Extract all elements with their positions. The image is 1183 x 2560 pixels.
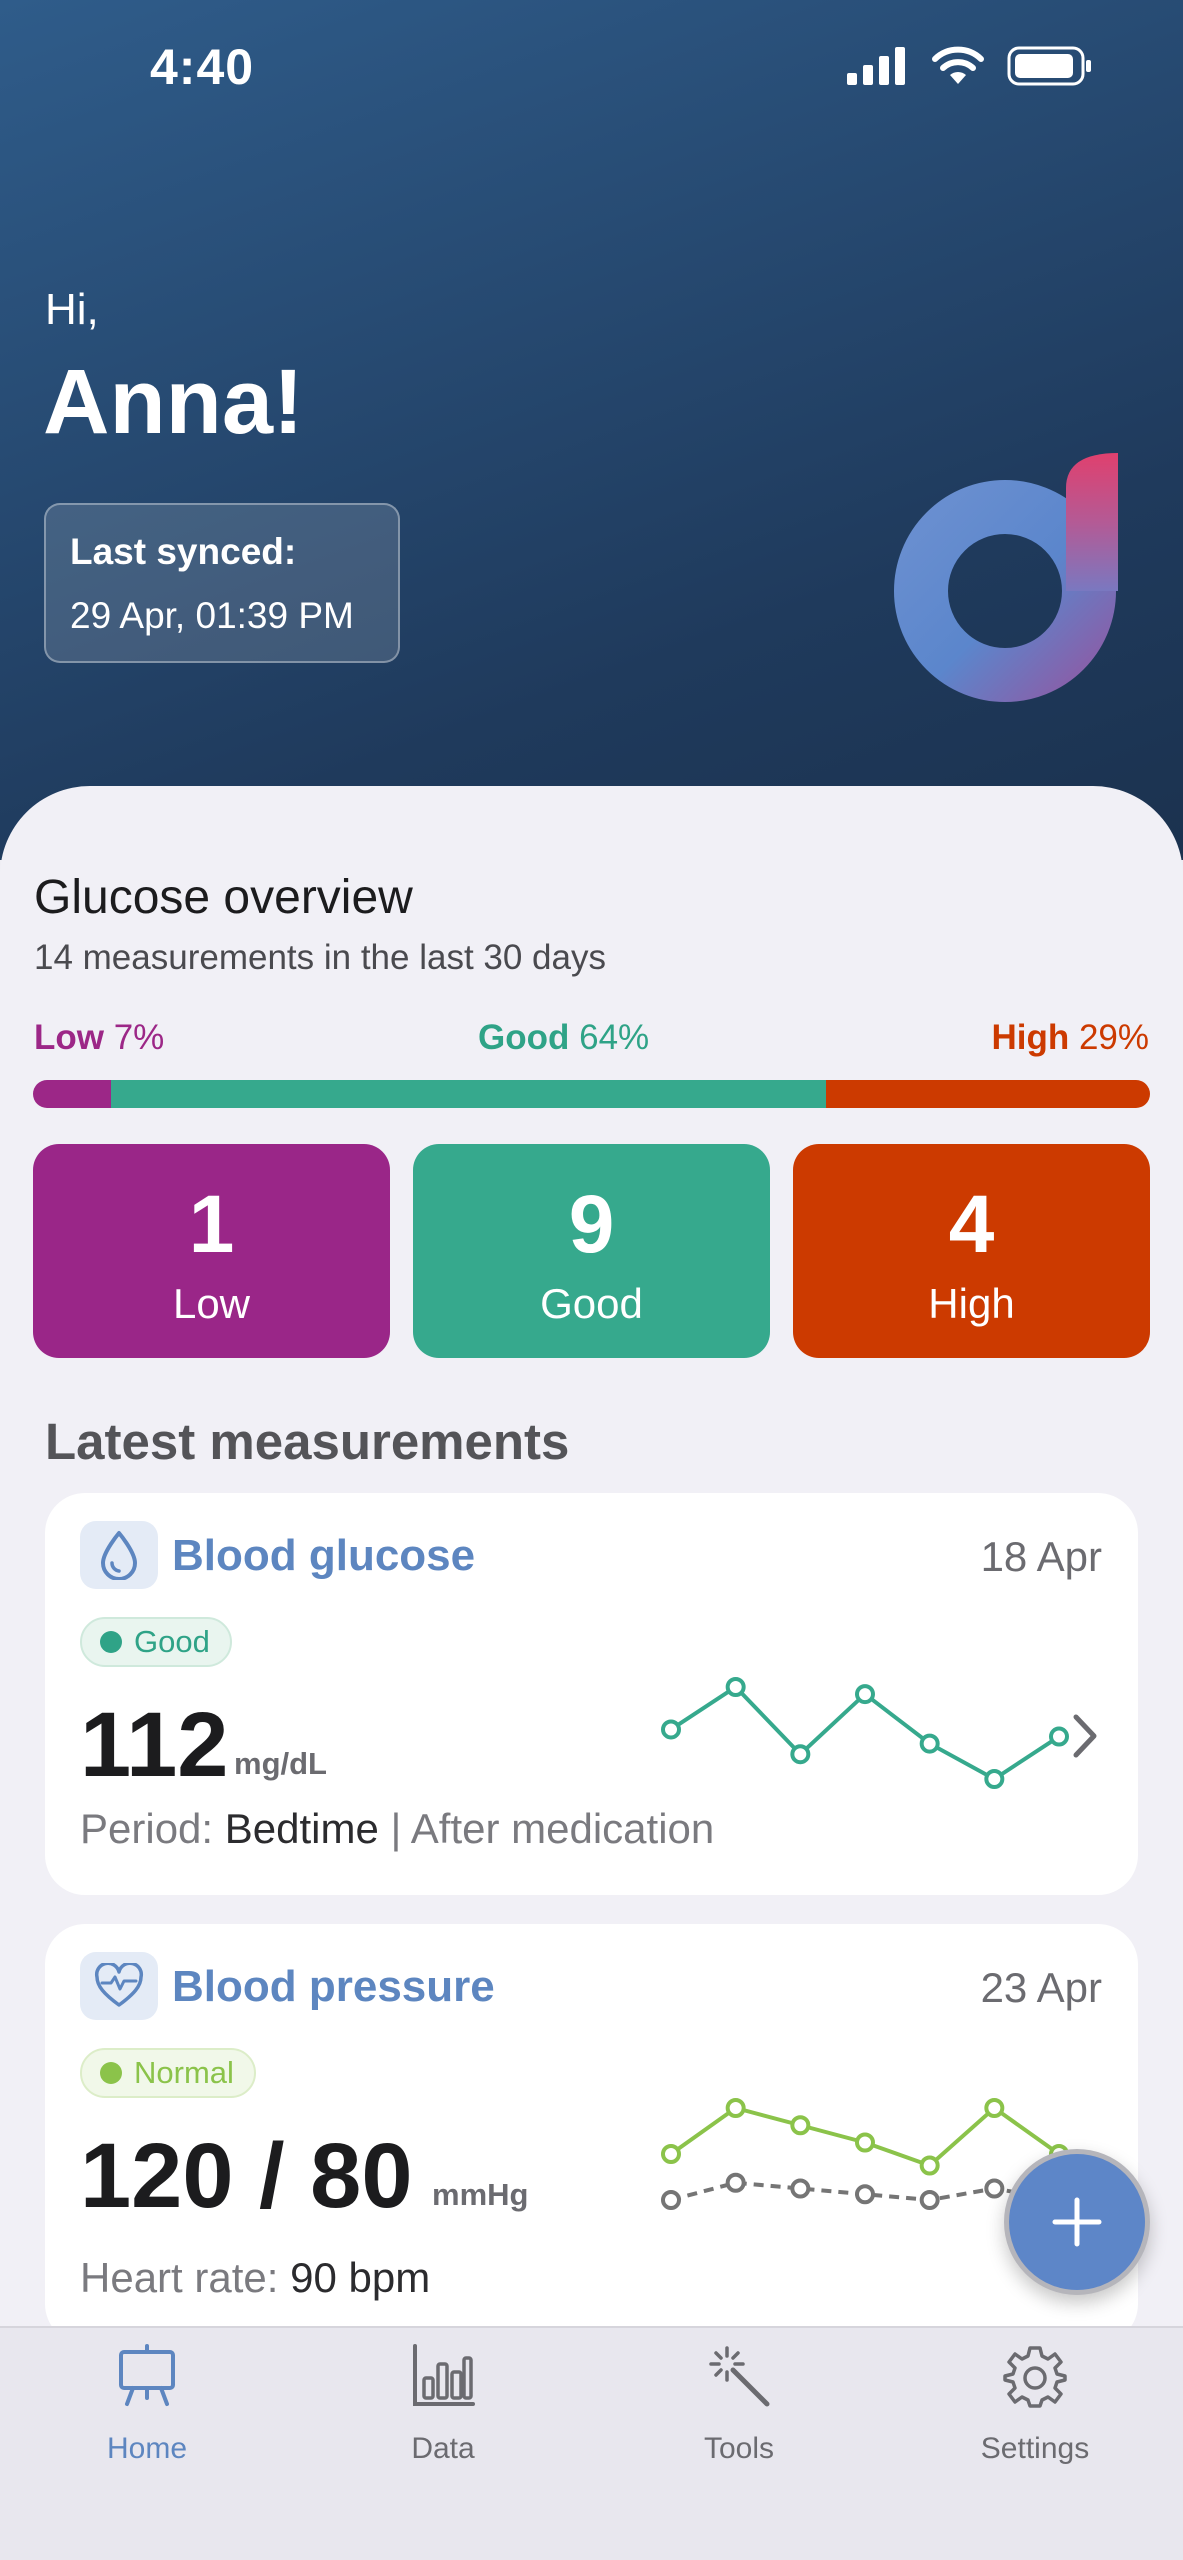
gear-icon: [1003, 2346, 1067, 2408]
sync-value: 29 Apr, 01:39 PM: [70, 595, 354, 636]
overview-title: Glucose overview: [34, 871, 413, 924]
blood-glucose-card[interactable]: Blood glucose 18 Apr Good 112 mg/dL Peri…: [45, 1493, 1138, 1895]
overview-subtitle: 14 measurements in the last 30 days: [34, 938, 606, 977]
tab-settings[interactable]: Settings: [935, 2328, 1135, 2528]
tab-data[interactable]: Data: [343, 2328, 543, 2528]
diastolic-trend-point: [790, 2178, 811, 2199]
dist-segment-high: [826, 1080, 1150, 1108]
status-icons: [847, 46, 1093, 86]
systolic-trend-point: [661, 2144, 681, 2164]
glucose-trend-point: [984, 1769, 1005, 1789]
pressure-card-date: 23 Apr: [980, 1964, 1102, 2011]
systolic-trend-point: [855, 2132, 875, 2153]
main-sheet: Glucose overview 14 measurements in the …: [0, 786, 1183, 2326]
systolic-trend-point: [919, 2155, 940, 2176]
count-value-good: 9: [568, 1179, 615, 1270]
diastolic-trend-point: [919, 2190, 940, 2210]
status-bar: 4:40: [0, 0, 1183, 140]
magic-wand-icon: [709, 2346, 770, 2407]
easel-icon: [119, 2344, 175, 2406]
pressure-value: 120 / 80: [80, 2125, 413, 2227]
dist-segment-good: [111, 1080, 827, 1108]
heart-rate-line: Heart rate: 90 bpm: [80, 2254, 431, 2301]
header-hero: 4:40 Hi, Anna! Last synced: 29 Apr, 01:3…: [0, 0, 1183, 860]
pressure-unit: mmHg: [432, 2177, 529, 2212]
count-box-high[interactable]: 4 High: [793, 1144, 1150, 1358]
glucose-sparkline: [661, 1677, 1069, 1789]
glucose-card-date: 18 Apr: [980, 1533, 1102, 1580]
app-logo: [894, 453, 1118, 702]
count-value-low: 1: [188, 1179, 235, 1270]
count-box-low[interactable]: 1 Low: [33, 1144, 390, 1358]
glucose-trend-point: [919, 1733, 940, 1754]
glucose-card-title: Blood glucose: [172, 1531, 476, 1580]
cellular-signal-icon: [847, 47, 905, 85]
dist-label-low: Low 7%: [34, 1018, 165, 1057]
glucose-trend-point: [1049, 1726, 1069, 1747]
count-value-high: 4: [948, 1179, 995, 1270]
status-badge-normal: Normal: [80, 2048, 256, 2098]
status-badge-label: Good: [134, 1624, 210, 1659]
bar-chart-icon: [413, 2344, 475, 2406]
tab-bar: Home Data Tools Settings: [0, 2326, 1183, 2560]
glucose-period: Period: Bedtime | After medication: [80, 1805, 715, 1852]
dist-segment-low: [33, 1080, 112, 1108]
wifi-icon: [932, 46, 984, 84]
systolic-trend-point: [725, 2098, 746, 2118]
count-label-low: Low: [172, 1280, 251, 1327]
drop-icon: [80, 1521, 158, 1589]
count-box-good[interactable]: 9 Good: [413, 1144, 770, 1358]
diastolic-trend-point: [661, 2190, 681, 2210]
status-badge-label: Normal: [134, 2055, 234, 2090]
plus-icon: [1052, 2197, 1102, 2247]
dist-label-high: High 29%: [991, 1018, 1149, 1057]
blood-pressure-card[interactable]: Blood pressure 23 Apr Normal 120 / 80 mm…: [45, 1924, 1138, 2326]
heart-pulse-icon: [80, 1952, 158, 2020]
tab-home[interactable]: Home: [47, 2328, 247, 2528]
glucose-trend-point: [790, 1744, 811, 1765]
diastolic-trend-point: [984, 2178, 1005, 2199]
systolic-trend-point: [790, 2115, 811, 2136]
tab-tools[interactable]: Tools: [639, 2328, 839, 2528]
tab-home-label: Home: [106, 2432, 188, 2465]
count-label-high: High: [928, 1280, 1015, 1327]
glucose-value: 112: [80, 1694, 229, 1796]
dist-label-good: Good 64%: [478, 1018, 650, 1057]
glucose-unit: mg/dL: [234, 1746, 327, 1781]
tab-data-label: Data: [411, 2432, 475, 2465]
diastolic-trend-point: [855, 2184, 875, 2205]
tab-tools-label: Tools: [703, 2432, 775, 2465]
status-badge-good: Good: [80, 1617, 232, 1667]
status-dot: [100, 1631, 122, 1653]
distribution-bar: [33, 1080, 1150, 1108]
count-label-good: Good: [540, 1280, 643, 1327]
greeting-name: Anna!: [43, 351, 304, 453]
status-time: 4:40: [150, 39, 255, 95]
chevron-right-icon[interactable]: [1070, 1711, 1100, 1761]
greeting-hi: Hi,: [45, 285, 99, 334]
glucose-trend-point: [855, 1684, 875, 1705]
systolic-trend-point: [984, 2098, 1005, 2118]
latest-measurements-title: Latest measurements: [45, 1413, 570, 1470]
status-dot: [100, 2062, 122, 2084]
diastolic-trend-point: [725, 2172, 746, 2193]
glucose-trend-point: [661, 1719, 681, 1740]
pressure-card-title: Blood pressure: [172, 1962, 495, 2011]
battery-icon: [1007, 46, 1091, 86]
last-synced-box: Last synced: 29 Apr, 01:39 PM: [44, 503, 400, 663]
tab-settings-label: Settings: [980, 2432, 1090, 2465]
sync-label: Last synced:: [70, 531, 297, 572]
add-measurement-button[interactable]: [1004, 2149, 1150, 2295]
glucose-trend-point: [725, 1677, 746, 1697]
